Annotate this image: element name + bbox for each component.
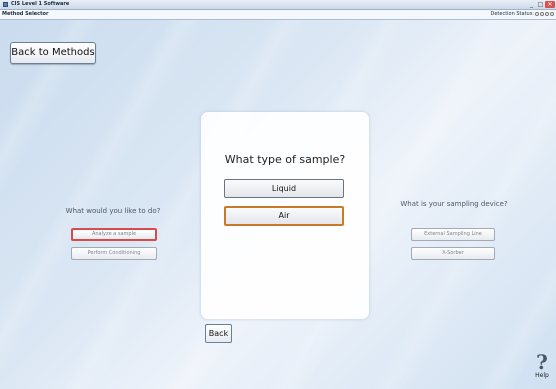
app-icon — [3, 2, 8, 7]
left-prompt: What would you like to do? — [65, 207, 161, 215]
external-sampling-line-button[interactable]: External Sampling Line — [411, 228, 495, 241]
back-button[interactable]: Back — [205, 324, 232, 343]
help-icon[interactable]: ? — [534, 352, 550, 372]
window-title: CIS Level 1 Software — [11, 1, 70, 7]
status-dot — [535, 12, 539, 16]
perform-conditioning-button[interactable]: Perform Conditioning — [71, 247, 157, 260]
sample-type-question: What type of sample? — [224, 153, 346, 166]
analyze-sample-button[interactable]: Analyze a sample — [71, 228, 157, 241]
status-dot — [550, 12, 554, 16]
close-button[interactable]: ✕ — [545, 1, 555, 8]
status-dot — [545, 12, 549, 16]
air-button[interactable]: Air — [224, 206, 344, 226]
back-to-methods-button[interactable]: Back to Methods — [10, 42, 96, 64]
detection-status-indicators — [535, 12, 554, 16]
x-sorber-button[interactable]: X-Sorber — [411, 247, 495, 260]
minimize-button[interactable]: _ — [527, 1, 536, 8]
header-strip: Method Selector Detection Status: — [0, 10, 556, 20]
liquid-button[interactable]: Liquid — [224, 179, 344, 198]
right-prompt: What is your sampling device? — [400, 200, 508, 208]
status-dot — [540, 12, 544, 16]
title-bar: CIS Level 1 Software _ □ ✕ — [0, 0, 556, 10]
help-label: Help — [535, 372, 549, 379]
detection-status-label: Detection Status: — [490, 11, 535, 17]
maximize-button[interactable]: □ — [536, 1, 545, 8]
page-title: Method Selector — [2, 11, 49, 17]
